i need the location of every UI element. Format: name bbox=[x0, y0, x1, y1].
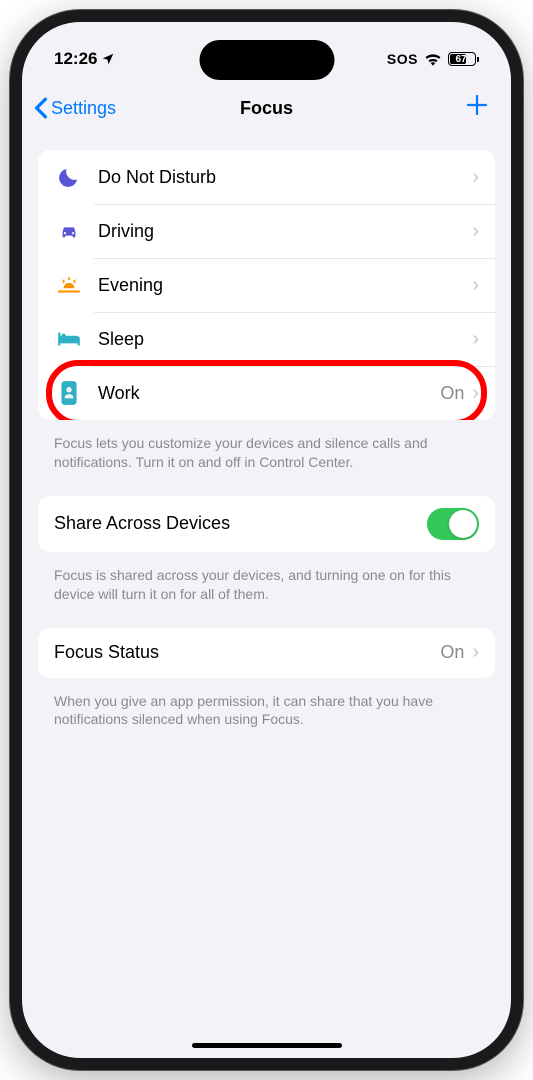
moon-icon bbox=[54, 162, 84, 192]
share-label: Share Across Devices bbox=[54, 513, 427, 534]
focus-row-work[interactable]: Work On › bbox=[38, 366, 495, 420]
focus-row-dnd[interactable]: Do Not Disturb › bbox=[38, 150, 495, 204]
focus-row-status: On bbox=[440, 383, 464, 404]
add-button[interactable] bbox=[455, 91, 499, 125]
chevron-right-icon: › bbox=[472, 166, 479, 189]
focus-row-sleep[interactable]: Sleep › bbox=[38, 312, 495, 366]
focus-status-row[interactable]: Focus Status On › bbox=[38, 628, 495, 678]
focus-status-value: On bbox=[440, 642, 464, 663]
focus-row-label: Driving bbox=[98, 221, 472, 242]
battery-indicator: 67 bbox=[448, 52, 479, 66]
phone-frame: 12:26 SOS 67 Settings Focus bbox=[10, 10, 523, 1070]
chevron-right-icon: › bbox=[472, 274, 479, 297]
focus-row-label: Evening bbox=[98, 275, 472, 296]
content: Do Not Disturb › Driving › Evening › bbox=[22, 134, 511, 769]
dynamic-island bbox=[199, 40, 334, 80]
nav-bar: Settings Focus bbox=[22, 82, 511, 134]
status-time: 12:26 bbox=[54, 49, 97, 69]
nav-title: Focus bbox=[240, 98, 293, 119]
phone-screen: 12:26 SOS 67 Settings Focus bbox=[22, 22, 511, 1058]
modes-footer: Focus lets you customize your devices an… bbox=[38, 428, 495, 496]
focus-status-group: Focus Status On › bbox=[38, 628, 495, 678]
focus-status-label: Focus Status bbox=[54, 642, 440, 663]
sos-indicator: SOS bbox=[387, 51, 418, 67]
chevron-right-icon: › bbox=[472, 382, 479, 405]
chevron-right-icon: › bbox=[472, 641, 479, 664]
home-indicator[interactable] bbox=[192, 1043, 342, 1048]
sunset-icon bbox=[54, 270, 84, 300]
chevron-right-icon: › bbox=[472, 328, 479, 351]
location-icon bbox=[101, 52, 115, 66]
plus-icon bbox=[465, 93, 489, 117]
car-icon bbox=[54, 216, 84, 246]
focus-status-footer: When you give an app permission, it can … bbox=[38, 686, 495, 754]
focus-row-label: Sleep bbox=[98, 329, 472, 350]
share-footer: Focus is shared across your devices, and… bbox=[38, 560, 495, 628]
share-group: Share Across Devices bbox=[38, 496, 495, 552]
back-label: Settings bbox=[51, 98, 116, 119]
badge-icon bbox=[54, 378, 84, 408]
chevron-back-icon bbox=[34, 97, 48, 119]
focus-modes-group: Do Not Disturb › Driving › Evening › bbox=[38, 150, 495, 420]
back-button[interactable]: Settings bbox=[34, 97, 116, 119]
share-toggle[interactable] bbox=[427, 508, 479, 540]
bed-icon bbox=[54, 324, 84, 354]
share-row: Share Across Devices bbox=[38, 496, 495, 552]
focus-row-evening[interactable]: Evening › bbox=[38, 258, 495, 312]
focus-row-label: Work bbox=[98, 383, 440, 404]
wifi-icon bbox=[424, 52, 442, 66]
focus-row-label: Do Not Disturb bbox=[98, 167, 472, 188]
chevron-right-icon: › bbox=[472, 220, 479, 243]
focus-row-driving[interactable]: Driving › bbox=[38, 204, 495, 258]
